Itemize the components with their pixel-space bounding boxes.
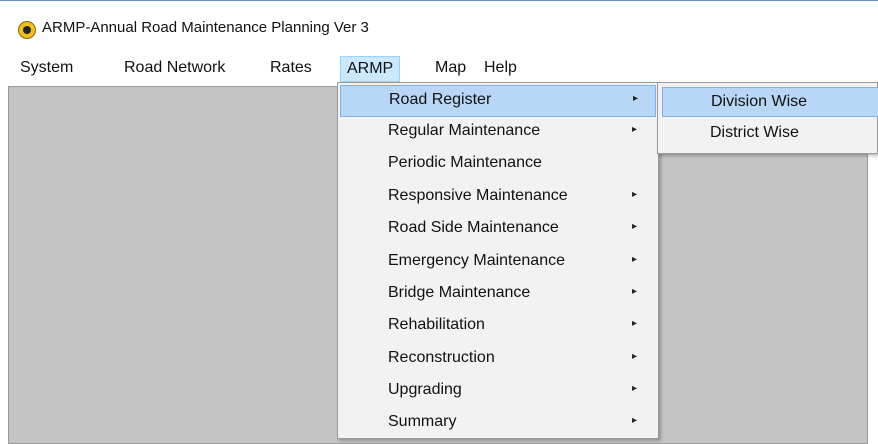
menu-item-summary[interactable]: Summary ▸ — [340, 408, 656, 440]
menu-item-label: Road Register — [389, 91, 492, 108]
submenu-arrow-icon: ▸ — [632, 124, 638, 135]
submenu-arrow-icon: ▸ — [632, 383, 638, 394]
submenu-item-division-wise[interactable]: Division Wise — [662, 87, 878, 117]
menu-map[interactable]: Map — [435, 56, 466, 82]
submenu-arrow-icon: ▸ — [632, 286, 638, 297]
menu-item-road-register[interactable]: Road Register ▸ — [340, 85, 656, 117]
menu-item-responsive-maintenance[interactable]: Responsive Maintenance ▸ — [340, 182, 656, 214]
menu-item-label: Bridge Maintenance — [388, 284, 531, 301]
menu-bar: System Road Network Rates ARMP Map Help — [0, 56, 878, 82]
menu-item-label: Periodic Maintenance — [388, 154, 542, 171]
menu-armp[interactable]: ARMP — [340, 56, 401, 82]
submenu-item-label: District Wise — [710, 124, 799, 141]
menu-item-label: Road Side Maintenance — [388, 219, 559, 236]
submenu-arrow-icon: ▸ — [632, 189, 638, 200]
submenu-item-label: Division Wise — [711, 93, 808, 110]
app-road-sign-icon — [18, 21, 36, 39]
menu-item-periodic-maintenance[interactable]: Periodic Maintenance — [340, 149, 656, 181]
menu-item-bridge-maintenance[interactable]: Bridge Maintenance ▸ — [340, 279, 656, 311]
submenu-item-district-wise[interactable]: District Wise — [662, 119, 878, 149]
submenu-arrow-icon: ▸ — [632, 351, 638, 362]
submenu-arrow-icon: ▸ — [632, 318, 638, 329]
menu-item-label: Upgrading — [388, 381, 462, 398]
window-title: ARMP-Annual Road Maintenance Planning Ve… — [42, 19, 369, 36]
menu-item-label: Reconstruction — [388, 349, 495, 366]
menu-rates[interactable]: Rates — [270, 56, 312, 82]
menu-item-reconstruction[interactable]: Reconstruction ▸ — [340, 344, 656, 376]
submenu-arrow-icon: ▸ — [632, 254, 638, 265]
submenu-arrow-icon: ▸ — [632, 415, 638, 426]
menu-road-network[interactable]: Road Network — [124, 56, 225, 82]
app-window: ARMP-Annual Road Maintenance Planning Ve… — [0, 0, 878, 444]
menu-item-regular-maintenance[interactable]: Regular Maintenance ▸ — [340, 117, 656, 149]
menu-item-label: Rehabilitation — [388, 316, 485, 333]
menu-item-label: Emergency Maintenance — [388, 252, 565, 269]
menu-item-label: Regular Maintenance — [388, 122, 541, 139]
submenu-arrow-icon: ▸ — [632, 221, 638, 232]
menu-system[interactable]: System — [20, 56, 73, 82]
submenu-arrow-icon: ▸ — [633, 93, 639, 104]
title-bar: ARMP-Annual Road Maintenance Planning Ve… — [0, 0, 878, 49]
menu-item-road-side-maintenance[interactable]: Road Side Maintenance ▸ — [340, 214, 656, 246]
menu-item-upgrading[interactable]: Upgrading ▸ — [340, 376, 656, 408]
menu-help[interactable]: Help — [484, 56, 517, 82]
armp-dropdown-menu: Road Register ▸ Regular Maintenance ▸ Pe… — [337, 82, 659, 439]
menu-item-rehabilitation[interactable]: Rehabilitation ▸ — [340, 311, 656, 343]
menu-item-label: Summary — [388, 413, 457, 430]
menu-item-label: Responsive Maintenance — [388, 187, 568, 204]
road-register-submenu: Division Wise District Wise — [657, 82, 878, 154]
menu-item-emergency-maintenance[interactable]: Emergency Maintenance ▸ — [340, 247, 656, 279]
